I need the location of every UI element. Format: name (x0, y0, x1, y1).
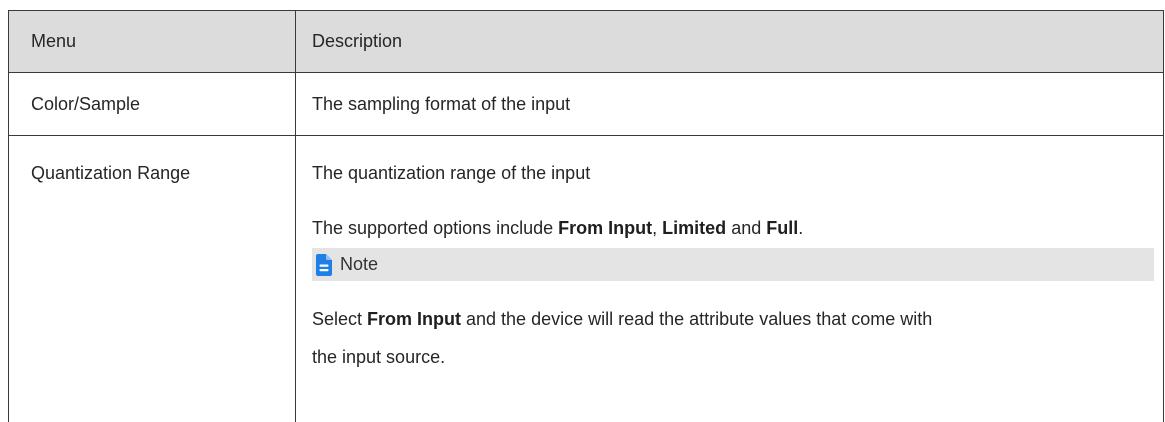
note-prefix: Select (312, 309, 368, 329)
note-label: Note (340, 254, 379, 274)
menu-cell: Quantization Range (9, 136, 296, 422)
note-bold-from-input: From Input (367, 309, 462, 329)
description-cell: The sampling format of the input (312, 93, 571, 114)
note-document-icon (316, 253, 332, 276)
options-suffix: . (798, 218, 804, 238)
note-line1-rest: and the device will read the attribute v… (461, 309, 933, 329)
option-full: Full (766, 218, 799, 238)
menu-cell: Color/Sample (9, 73, 296, 135)
note-line2: the input source. (312, 347, 446, 367)
header-description: Description (312, 31, 403, 51)
options-prefix: The supported options include (312, 218, 559, 238)
note-text: Select From Input and the device will re… (312, 300, 1154, 376)
description-text: The quantization range of the input (312, 163, 591, 183)
table-header-row: Menu Description (9, 11, 1163, 73)
options-sep: and (726, 218, 767, 238)
header-menu: Menu (9, 11, 296, 72)
table-row: Quantization Range The quantization rang… (9, 136, 1163, 422)
parameter-table: Menu Description Color/Sample The sampli… (8, 10, 1164, 422)
description-cell: The quantization range of the input The … (296, 136, 1163, 422)
options-text: The supported options include From Input… (312, 209, 1154, 247)
options-sep: , (652, 218, 663, 238)
option-limited: Limited (662, 218, 727, 238)
note-bar: Note (312, 248, 1154, 281)
table-row: Color/Sample The sampling format of the … (9, 73, 1163, 136)
option-from-input: From Input (558, 218, 653, 238)
